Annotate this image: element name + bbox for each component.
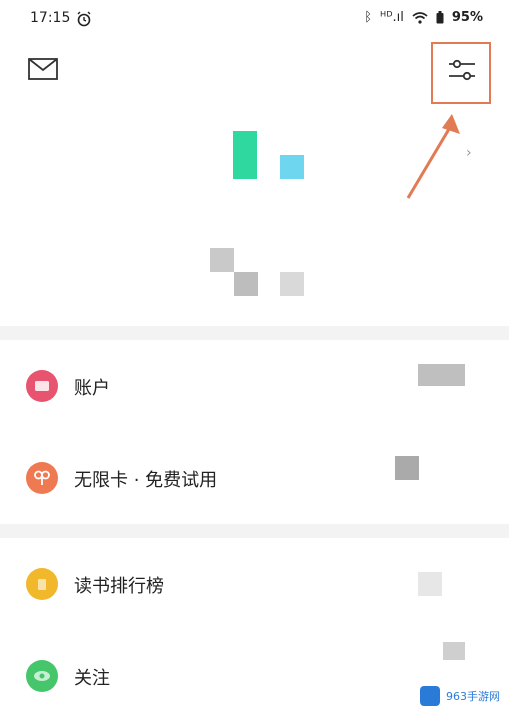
mosaic-block-gray3 [280,272,304,296]
menu-item-label: 关注 [74,668,110,689]
mosaic-block-blue [280,155,304,179]
masked-value [395,456,419,480]
menu-item-label: 无限卡 · 免费试用 [74,470,218,491]
status-right: ᛒ ᴴᴰ.ıl 95% [364,10,483,25]
menu-item-label: 读书排行榜 [74,576,164,597]
status-time: 17:15 [30,10,71,26]
mosaic-block-gray1 [210,248,234,272]
watermark: 963手游网 [420,678,504,714]
menu-item-account[interactable]: 账户 [0,340,509,432]
masked-value [418,572,442,596]
mail-icon[interactable] [28,58,58,80]
sliders-settings-icon[interactable] [447,55,477,85]
battery-icon [436,11,444,24]
battery-level: 95% [451,10,483,25]
mosaic-block-gray2 [234,272,258,296]
menu-item-unlimited-card[interactable]: 无限卡 · 免费试用 [0,432,509,524]
masked-value [443,642,465,660]
watermark-logo-icon [420,686,440,706]
masked-value [418,364,465,386]
menu-section-1: 账户 无限卡 · 免费试用 [0,340,509,524]
watermark-text: 963手游网 [446,690,500,703]
follow-icon [26,660,58,692]
alarm-icon [77,11,91,27]
chevron-right-icon[interactable]: › [466,145,472,161]
menu-item-ranking[interactable]: 读书排行榜 [0,538,509,630]
unlimited-card-icon [26,462,58,494]
annotation-arrow-icon [406,114,460,199]
mosaic-block-green [233,131,257,179]
bluetooth-icon: ᛒ [364,10,373,25]
ranking-icon [26,568,58,600]
wifi-icon [412,11,428,24]
menu-item-label: 账户 [74,378,110,399]
account-icon [26,370,58,402]
signal-icon: ᴴᴰ.ıl [380,10,404,25]
